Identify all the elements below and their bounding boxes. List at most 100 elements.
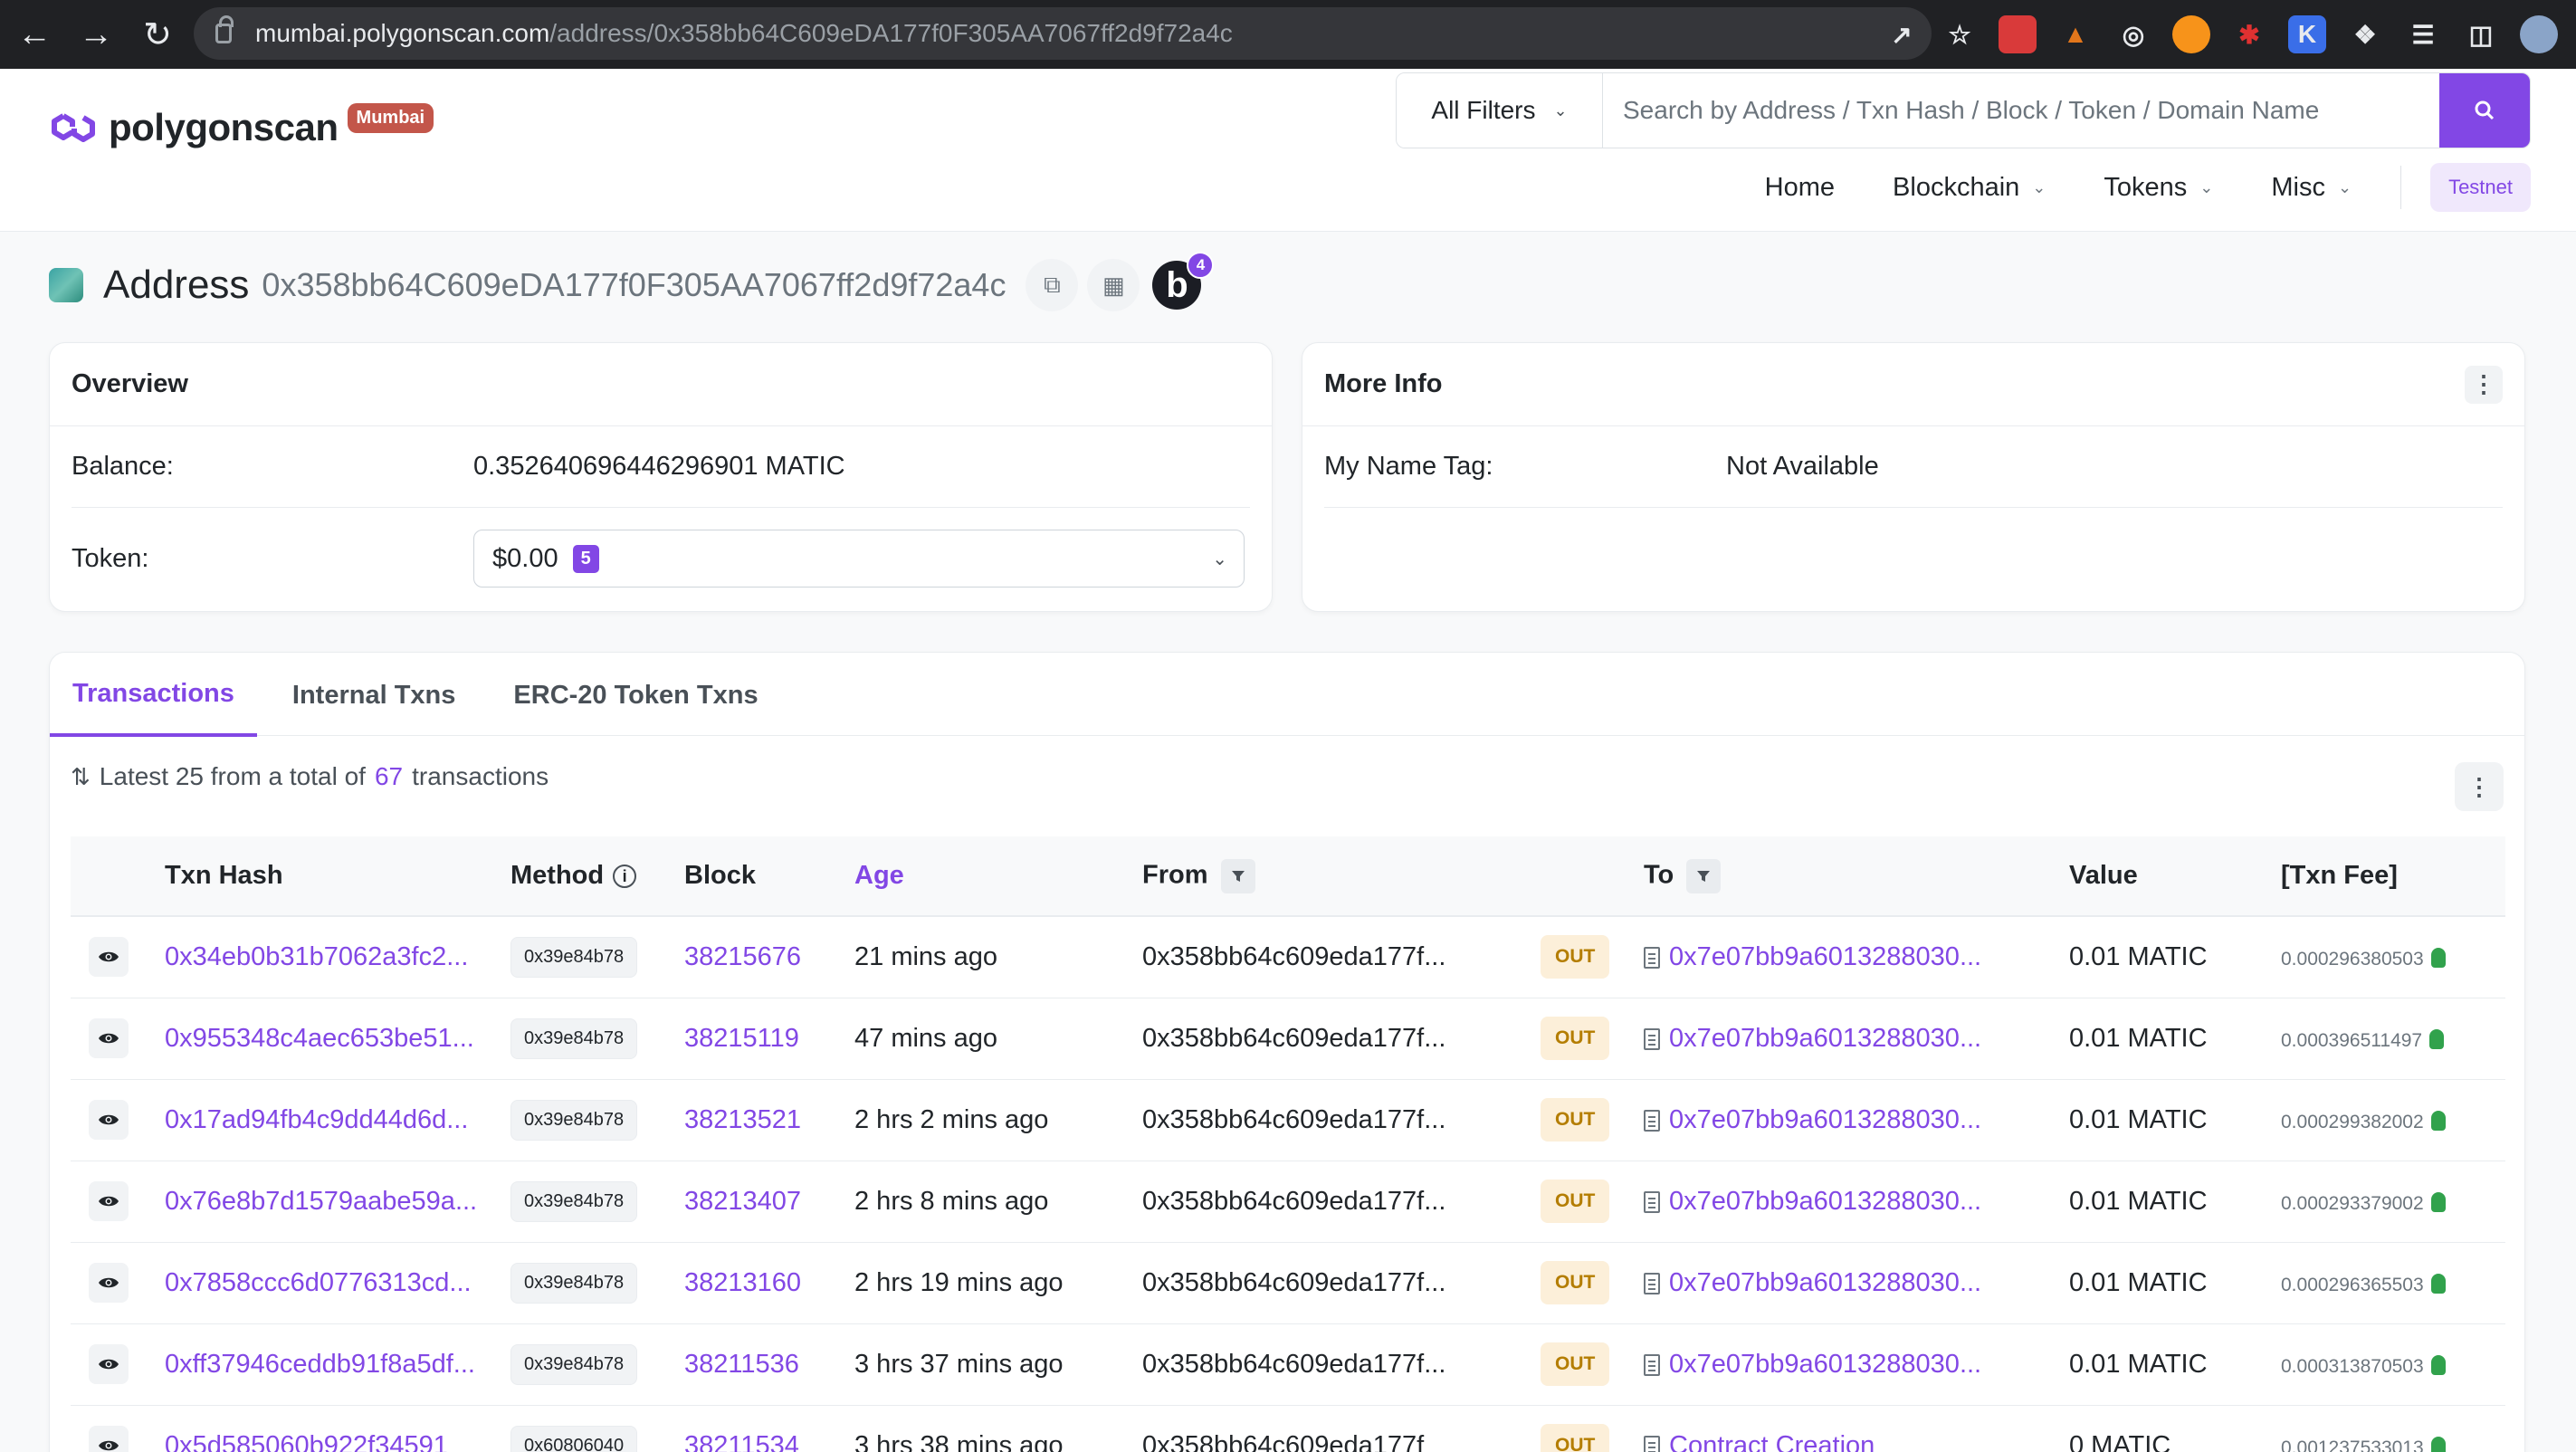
back-arrow-icon[interactable]: ← [7,7,62,62]
token-count-badge: 5 [572,544,599,573]
fee-value: 0.000299382002 [2281,1111,2424,1132]
contract-icon [1644,1272,1660,1294]
block-link[interactable]: 38215119 [684,998,854,1080]
block-link[interactable]: 38213521 [684,1079,854,1161]
nav-blockchain[interactable]: Blockchain ⌄ [1893,173,2046,203]
eye-icon[interactable] [89,1018,129,1058]
fee-value: 0.000396511497 [2281,1029,2423,1051]
from-address[interactable]: 0x358bb64c609eda177f... [1142,1079,1541,1161]
tab-internal-txns[interactable]: Internal Txns [270,654,479,737]
method-cell: 0x39e84b78 [510,1161,684,1243]
reload-icon[interactable]: ↻ [130,7,185,62]
eye-icon[interactable] [89,1426,129,1452]
direction-cell: OUT [1541,1323,1644,1406]
k-extension-icon[interactable]: K [2288,15,2326,53]
to-address-link[interactable]: 0x7e07bb9a6013288030... [1669,1187,1981,1216]
copy-icon[interactable]: ⧉ [1026,259,1079,311]
direction-cell: OUT [1541,916,1644,998]
txn-hash-link[interactable]: 0x7858ccc6d0776313cd... [165,1242,510,1324]
nav-tokens[interactable]: Tokens ⌄ [2104,173,2213,203]
to-address-link[interactable]: 0x7e07bb9a6013288030... [1669,1350,1981,1379]
direction-cell: OUT [1541,1405,1644,1452]
extension-red-icon[interactable] [1999,15,2037,53]
from-address[interactable]: 0x358bb64c609eda177f... [1142,998,1541,1080]
media-queue-icon[interactable]: ☰ [2404,15,2442,53]
profile-avatar[interactable] [2520,15,2558,53]
table-options-icon[interactable]: ⋮ [2455,762,2504,811]
block-link[interactable]: 38211534 [684,1405,854,1452]
puzzle-icon[interactable]: ❖ [2346,15,2384,53]
block-link[interactable]: 38213407 [684,1161,854,1243]
eye-icon[interactable] [89,937,129,978]
header-direction [1541,836,1644,917]
gear-extension-icon[interactable]: ✱ [2230,15,2268,53]
nav-home[interactable]: Home [1765,173,1835,203]
to-address-link[interactable]: 0x7e07bb9a6013288030... [1669,1024,1981,1053]
filter-icon[interactable] [1220,858,1255,893]
txn-hash-link[interactable]: 0x17ad94fb4c9dd44d6d... [165,1079,510,1161]
filter-icon[interactable] [1686,858,1722,893]
to-address-link[interactable]: 0x7e07bb9a6013288030... [1669,942,1981,971]
eye-icon[interactable] [89,1181,129,1221]
address-tabs: Transactions Internal Txns ERC-20 Token … [50,654,794,737]
out-badge: OUT [1541,1261,1610,1304]
summary-count[interactable]: 67 [375,762,403,791]
txn-hash-link[interactable]: 0x76e8b7d1579aabe59a... [165,1161,510,1243]
fee-cell: 0.000296365503 [2281,1242,2505,1324]
from-address[interactable]: 0x358bb64c609eda177f... [1142,1242,1541,1324]
target-icon[interactable]: ◎ [2114,15,2152,53]
txn-hash-link[interactable]: 0xff37946ceddb91f8a5df... [165,1323,510,1406]
fee-value: 0.000296380503 [2281,948,2424,970]
qr-code-icon[interactable]: ▦ [1087,259,1140,311]
fee-cell: 0.000293379002 [2281,1161,2505,1243]
eye-icon[interactable] [89,1344,129,1384]
txn-hash-link[interactable]: 0x34eb0b31b7062a3fc2... [165,916,510,998]
value-cell: 0 MATIC [2069,1405,2281,1452]
contract-creation-icon [1644,1435,1660,1452]
search-input[interactable] [1603,73,2439,148]
gas-icon [2430,1110,2446,1131]
address-bar[interactable]: mumbai.polygonscan.com/address/0x358bb64… [194,7,1932,60]
sort-icon: ⇅ [71,762,91,790]
direction-cell: OUT [1541,1079,1644,1161]
txn-hash-link[interactable]: 0x955348c4aec653be51... [165,998,510,1080]
table-row: 0x955348c4aec653be51... 0x39e84b78 3821511… [71,998,2505,1080]
filter-select[interactable]: All Filters ⌄ [1397,73,1603,148]
forward-arrow-icon[interactable]: → [69,7,123,62]
more-options-icon[interactable]: ⋮ [2465,365,2503,404]
eye-icon[interactable] [89,1100,129,1140]
header-age[interactable]: Age [854,836,1142,917]
block-link[interactable]: 38213160 [684,1242,854,1324]
eye-icon[interactable] [89,1263,129,1303]
share-icon[interactable]: ↗ [1883,15,1921,53]
from-address[interactable]: 0x358bb64c609eda177f... [1142,916,1541,998]
value-cell: 0.01 MATIC [2069,1079,2281,1161]
method-cell: 0x39e84b78 [510,916,684,998]
network-badge: Mumbai [347,102,434,133]
block-link[interactable]: 38211536 [684,1323,854,1406]
to-address-link[interactable]: 0x7e07bb9a6013288030... [1669,1268,1981,1297]
sidepanel-icon[interactable]: ◫ [2462,15,2500,53]
testnet-button[interactable]: Testnet [2430,163,2531,212]
tab-transactions[interactable]: Transactions [50,654,257,737]
from-address[interactable]: 0x358bb64c609eda177f... [1142,1323,1541,1406]
search-button[interactable] [2439,73,2530,148]
token-holdings-dropdown[interactable]: $0.00 5 ⌄ [473,530,1245,587]
info-icon[interactable]: i [613,865,637,889]
coin-extension-icon[interactable] [2172,15,2210,53]
tab-erc20-token-txns[interactable]: ERC-20 Token Txns [491,654,780,737]
metamask-fox-icon[interactable]: ▲ [2056,15,2094,53]
txn-hash-link[interactable]: 0x5d585060b922f34591 [165,1405,510,1452]
block-link[interactable]: 38215676 [684,916,854,998]
blockscan-chat-button[interactable]: b4 [1152,252,1215,310]
star-icon[interactable]: ☆ [1941,15,1979,53]
from-address[interactable]: 0x358bb64c609eda177f... [1142,1161,1541,1243]
polygonscan-logo[interactable]: polygonscan Mumbai [47,101,434,154]
nav-misc[interactable]: Misc ⌄ [2271,173,2352,203]
to-address-link[interactable]: Contract Creation [1669,1431,1875,1452]
header-txn-fee[interactable]: [Txn Fee] [2281,836,2505,917]
to-address-link[interactable]: 0x7e07bb9a6013288030... [1669,1105,1981,1134]
nav-blockchain-label: Blockchain [1893,172,2020,202]
out-badge: OUT [1541,935,1610,979]
from-address[interactable]: 0x358bb64c609eda177f [1142,1405,1541,1452]
